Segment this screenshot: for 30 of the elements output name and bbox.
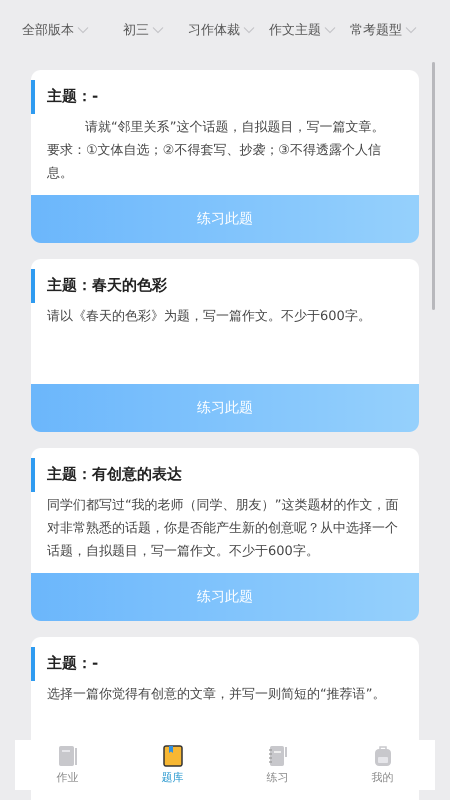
caret-icon — [243, 26, 255, 34]
topic-prompt: 要求：①文体自选；②不得套写、抄袭；③不得透露个人信息。 — [47, 142, 382, 183]
tab[interactable]: 题库 — [142, 745, 202, 785]
practice-button[interactable]: 练习此题 — [31, 384, 419, 432]
tab[interactable]: 作业 — [38, 745, 98, 785]
caret-icon — [405, 26, 417, 34]
caret-icon — [152, 26, 164, 34]
book-icon — [58, 745, 78, 767]
topic-prompt: 同学们都写过“我的老师（同学、朋友）”这类题材的作文，面对非常熟悉的话题，你是否能产生新的创意呢？从中选择一个话题，自拟题目，写一篇作文。不少于600字。 — [47, 497, 400, 561]
book-icon — [162, 745, 182, 767]
topic-title: 主题：有创意的表达 — [46, 464, 183, 484]
backpack-icon — [372, 745, 392, 767]
topic-prompt: 选择一篇你觉得有创意的文章，并写一则简短的“推荐语”。 — [47, 686, 386, 704]
tab[interactable]: 练习 — [248, 745, 308, 785]
topic-title: 主题：春天的色彩 — [46, 275, 168, 295]
topic-title: 主题：- — [46, 86, 100, 106]
filter-dropdown[interactable]: 习作体裁 — [188, 21, 255, 39]
notebook-icon — [268, 745, 288, 767]
caret-icon — [77, 26, 89, 34]
caret-icon — [324, 26, 336, 34]
practice-button[interactable]: 练习此题 — [31, 573, 419, 621]
practice-button[interactable]: 练习此题 — [31, 195, 419, 243]
filter-dropdown[interactable]: 初三 — [123, 21, 164, 39]
topic-title: 主题：- — [46, 653, 100, 673]
tab[interactable]: 我的 — [352, 745, 412, 785]
filter-dropdown[interactable]: 常考题型 — [350, 21, 417, 39]
topic-prompt: 请就“邻里关系”这个话题，自拟题目，写一篇文章。 — [84, 119, 386, 137]
topic-prompt: 请以《春天的色彩》为题，写一篇作文。不少于600字。 — [47, 308, 372, 326]
filter-dropdown[interactable]: 全部版本 — [22, 21, 89, 39]
filter-dropdown[interactable]: 作文主题 — [269, 21, 336, 39]
